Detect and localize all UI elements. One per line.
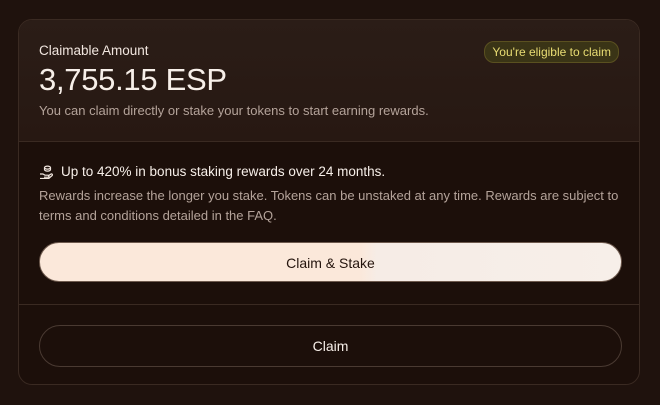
- staking-bonus-section: Up to 420% in bonus staking rewards over…: [19, 142, 639, 305]
- bonus-description: Rewards increase the longer you stake. T…: [39, 188, 619, 223]
- claim-button[interactable]: Claim: [39, 325, 622, 367]
- eligibility-badge: You're eligible to claim: [484, 41, 619, 63]
- bonus-headline: Up to 420% in bonus staking rewards over…: [61, 164, 386, 179]
- claimable-amount-section: Claimable Amount You're eligible to clai…: [19, 20, 639, 142]
- claim-subtitle: You can claim directly or stake your tok…: [39, 103, 429, 118]
- claim-and-stake-button[interactable]: Claim & Stake: [39, 242, 622, 282]
- claimable-amount-label: Claimable Amount: [39, 43, 149, 58]
- bonus-headline-row: Up to 420% in bonus staking rewards over…: [39, 164, 385, 179]
- claim-card: Claimable Amount You're eligible to clai…: [18, 19, 640, 385]
- stake-coins-icon: [39, 164, 53, 179]
- claimable-amount-value: 3,755.15 ESP: [39, 62, 227, 97]
